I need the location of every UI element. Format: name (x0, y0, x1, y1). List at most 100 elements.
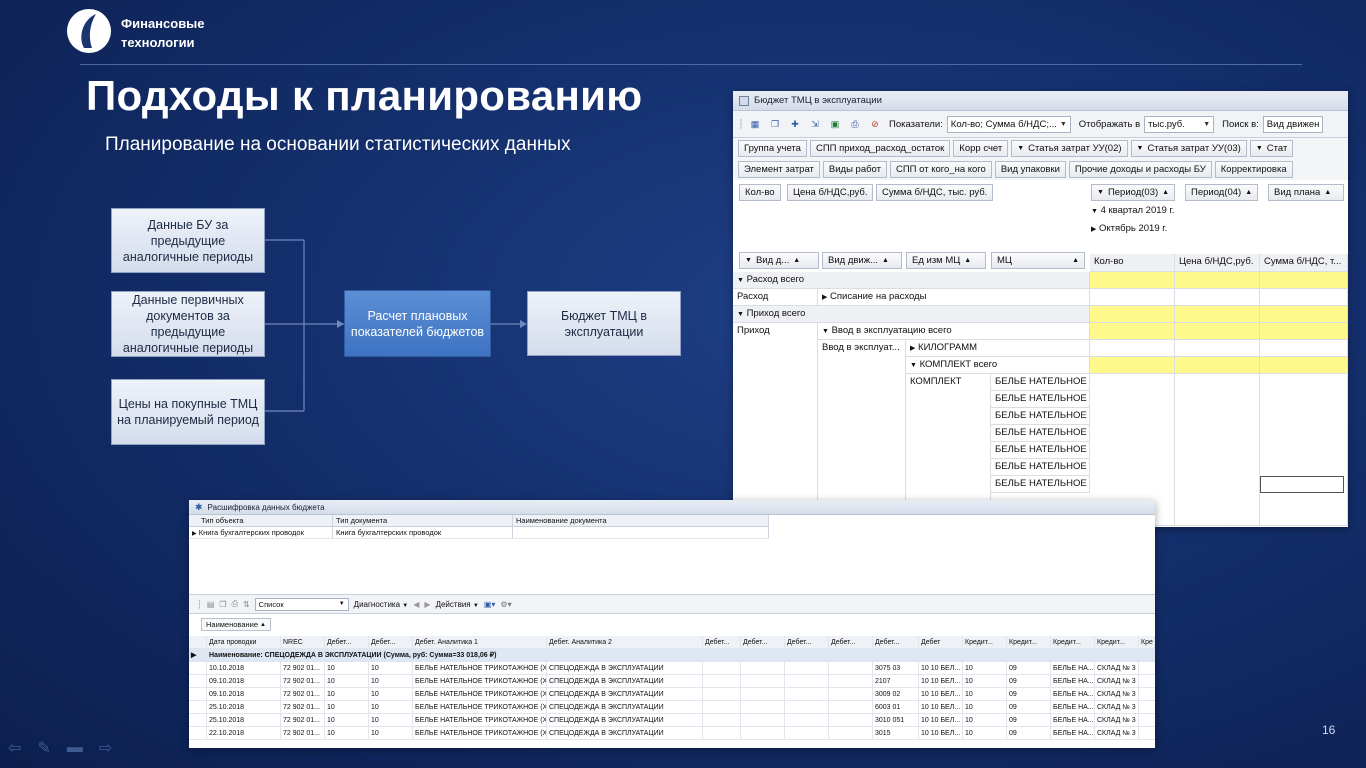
group-field-button[interactable]: Наименование ▲ (201, 618, 271, 631)
filter-field-button[interactable]: Элемент затрат (738, 161, 820, 178)
data-field-price[interactable]: Цена б/НДС,руб. (787, 184, 874, 201)
column-header[interactable]: Дебет... (829, 636, 873, 648)
add-row-icon[interactable]: ✚ (787, 117, 803, 132)
value-column[interactable] (1260, 374, 1348, 526)
print-icon[interactable]: ⎙ (232, 599, 238, 609)
column-header[interactable]: Дебет... (741, 636, 785, 648)
column-header[interactable]: Дебет... (369, 636, 413, 648)
table-row[interactable]: 09.10.2018 72 902 01... 10 10 БЕЛЬЕ НАТЕЛЬНО… (189, 675, 1155, 688)
clear-filter-icon[interactable]: ⊘ (867, 117, 883, 132)
arrow-left-icon[interactable]: ◀ (413, 600, 419, 609)
view-mode-select[interactable]: Список ▼ (254, 597, 349, 611)
column-header[interactable]: NREC (281, 636, 325, 648)
column-header[interactable]: Дебет... (873, 636, 919, 648)
settings-icon[interactable]: ⚙▾ (500, 600, 511, 609)
value-cell[interactable] (1090, 340, 1175, 357)
export-icon[interactable]: ⇲ (807, 117, 823, 132)
pen-icon[interactable]: ✎ (37, 738, 50, 758)
column-header[interactable]: Дебет... (703, 636, 741, 648)
filter-field-button[interactable]: ▼ Стат (1249, 140, 1294, 157)
actions-menu[interactable]: Действия ▼ (436, 600, 479, 609)
column-header[interactable]: Дебет... (785, 636, 829, 648)
column-field-plan-type[interactable]: Вид плана ▲ (1268, 184, 1344, 201)
column-header[interactable]: Дата проводки (207, 636, 281, 648)
filter-field-button[interactable]: ▼ Статья затрат УУ(03) (1130, 140, 1247, 157)
filter-field-button[interactable]: Виды работ (822, 161, 887, 178)
column-header[interactable]: Кредит... (1095, 636, 1139, 648)
arrow-right-icon[interactable]: ▶ (424, 600, 430, 609)
row-field-unit[interactable]: Ед изм МЦ ▲ (906, 252, 986, 269)
search-field-select[interactable]: Вид движен (1262, 115, 1323, 133)
column-field-period03[interactable]: ▼ Период(03) ▲ (1091, 184, 1176, 201)
value-cell[interactable] (1260, 323, 1348, 340)
column-group-month[interactable]: ▶ Октябрь 2019 г. (1091, 223, 1167, 234)
row-field-material[interactable]: МЦ ▲ (991, 252, 1085, 269)
filter-field-button[interactable]: Группа учета (738, 140, 807, 157)
value-cell[interactable] (1090, 272, 1175, 289)
value-cell[interactable] (1090, 357, 1175, 374)
value-cell[interactable] (1090, 323, 1175, 340)
indicators-select[interactable]: Кол-во; Сумма б/НДС;... ▼ (946, 115, 1071, 133)
value-cell[interactable] (1260, 340, 1348, 357)
row-income-total[interactable]: ▼ Приход всего (733, 306, 1090, 323)
menu-icon[interactable]: ▬ (67, 739, 83, 757)
table-row[interactable]: 09.10.2018 72 902 01... 10 10 БЕЛЬЕ НАТЕЛЬНО… (189, 688, 1155, 701)
column-header[interactable]: Дебет. Аналитика 1 (413, 636, 547, 648)
filter-field-button[interactable]: Корр счет (953, 140, 1009, 157)
filter-field-button[interactable]: Корректировка (1214, 161, 1293, 178)
value-column[interactable] (1175, 374, 1260, 526)
excel-icon[interactable]: ▣ (827, 117, 843, 132)
row-write-off[interactable]: ▶ Списание на расходы (818, 289, 1090, 306)
value-cell[interactable] (1260, 289, 1348, 306)
copy-icon[interactable]: ❐ (767, 117, 783, 132)
editing-cell[interactable] (1260, 476, 1344, 493)
column-header[interactable]: Дебет... (325, 636, 369, 648)
value-cell[interactable] (1090, 289, 1175, 306)
diagnostics-menu[interactable]: Диагностика ▼ (354, 600, 409, 609)
row-set-total[interactable]: ▼ КОМПЛЕКТ всего (906, 357, 1090, 374)
filter-field-button[interactable]: СПП приход_расход_остаток (809, 140, 951, 157)
value-cell[interactable] (1260, 306, 1348, 323)
export-icon[interactable]: ▣▾ (484, 600, 496, 609)
column-group-quarter[interactable]: ▼ 4 квартал 2019 г. (1091, 205, 1174, 216)
save-icon[interactable]: ▤ (207, 600, 215, 609)
group-row[interactable]: ▶ Наименование: СПЕЦОДЕЖДА В ЭКСПЛУАТАЦИ… (189, 649, 1155, 662)
filter-field-button[interactable]: СПП от кого_на кого (889, 161, 992, 178)
filter-field-button[interactable]: Прочие доходы и расходы БУ (1068, 161, 1212, 178)
print-icon[interactable]: ⎙ (847, 117, 863, 132)
column-header[interactable]: Дебет (919, 636, 963, 648)
value-cell[interactable] (1175, 323, 1260, 340)
table-row[interactable]: 25.10.2018 72 902 01... 10 10 БЕЛЬЕ НАТЕЛЬНО… (189, 701, 1155, 714)
filter-field-button[interactable]: ▼ Статья затрат УУ(02) (1011, 140, 1128, 157)
value-cell[interactable] (1260, 357, 1348, 374)
object-grid-row[interactable]: ▶ Книга бухгалтерских проводок Книга бух… (189, 527, 769, 539)
value-cell[interactable] (1090, 306, 1175, 323)
display-units-select[interactable]: тыс.руб. ▼ (1144, 115, 1215, 133)
column-header[interactable]: Кредит... (1007, 636, 1051, 648)
row-field-type[interactable]: ▼ Вид д... ▲ (739, 252, 819, 269)
row-kilogram[interactable]: ▶ КИЛОГРАММ (906, 340, 1090, 357)
row-field-movement[interactable]: Вид движ... ▲ (822, 252, 902, 269)
row-commissioning-total[interactable]: ▼ Ввод в эксплуатацию всего (818, 323, 1090, 340)
column-field-period04[interactable]: Период(04) ▲ (1185, 184, 1259, 201)
table-row[interactable]: 10.10.2018 72 902 01... 10 10 БЕЛЬЕ НАТЕЛЬНО… (189, 662, 1155, 675)
copy-icon[interactable]: ❐ (219, 600, 226, 609)
value-cell[interactable] (1175, 289, 1260, 306)
filter-field-button[interactable]: Вид упаковки (994, 161, 1066, 178)
data-field-qty[interactable]: Кол-во (739, 184, 781, 201)
data-field-sum[interactable]: Сумма б/НДС, тыс. руб. (876, 184, 994, 201)
value-cell[interactable] (1260, 272, 1348, 289)
table-icon[interactable]: ▦ (747, 117, 763, 132)
arrow-right-icon[interactable]: ⇨ (99, 738, 112, 758)
value-cell[interactable] (1175, 306, 1260, 323)
value-cell[interactable] (1175, 357, 1260, 374)
row-expense-total[interactable]: ▼ Расход всего (733, 272, 1090, 289)
column-header[interactable]: Кредит... (1051, 636, 1095, 648)
table-row[interactable]: 22.10.2018 72 902 01... 10 10 БЕЛЬЕ НАТЕЛЬНО… (189, 727, 1155, 740)
column-header[interactable]: Кре (1139, 636, 1155, 648)
table-row[interactable]: 25.10.2018 72 902 01... 10 10 БЕЛЬЕ НАТЕЛЬНО… (189, 714, 1155, 727)
value-cell[interactable] (1175, 272, 1260, 289)
arrow-left-icon[interactable]: ⇦ (8, 738, 21, 758)
column-header[interactable]: Кредит... (963, 636, 1007, 648)
column-header[interactable]: Дебет. Аналитика 2 (547, 636, 703, 648)
